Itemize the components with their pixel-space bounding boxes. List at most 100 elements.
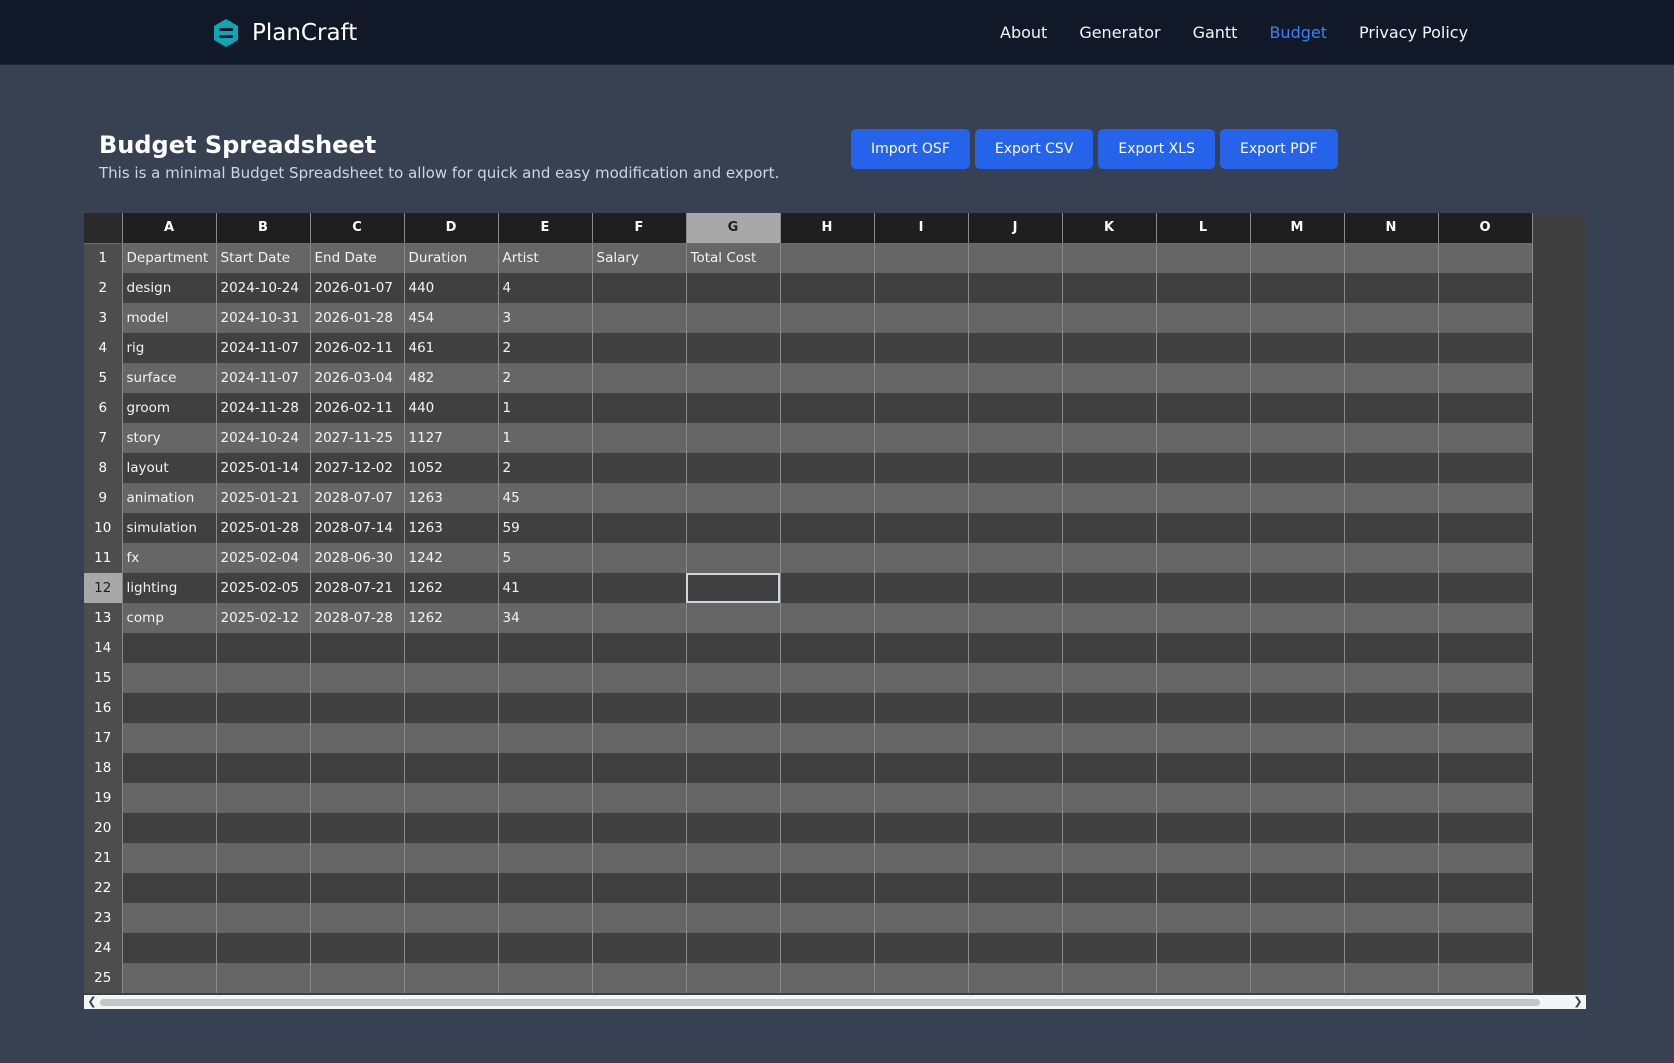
cell-g6[interactable] xyxy=(686,393,781,423)
cell-a6[interactable]: groom xyxy=(122,393,217,423)
cell-f4[interactable] xyxy=(592,333,687,363)
cell-f7[interactable] xyxy=(592,423,687,453)
cell-f14[interactable] xyxy=(592,633,687,663)
cell-m7[interactable] xyxy=(1250,423,1345,453)
cell-f25[interactable] xyxy=(592,963,687,993)
cell-l10[interactable] xyxy=(1156,513,1251,543)
cell-l15[interactable] xyxy=(1156,663,1251,693)
cell-d20[interactable] xyxy=(404,813,499,843)
cell-g7[interactable] xyxy=(686,423,781,453)
cell-g12[interactable] xyxy=(686,573,781,603)
cell-m12[interactable] xyxy=(1250,573,1345,603)
cell-o14[interactable] xyxy=(1438,633,1533,663)
cell-g18[interactable] xyxy=(686,753,781,783)
cell-f2[interactable] xyxy=(592,273,687,303)
cell-o18[interactable] xyxy=(1438,753,1533,783)
cell-j9[interactable] xyxy=(968,483,1063,513)
cell-d19[interactable] xyxy=(404,783,499,813)
cell-h23[interactable] xyxy=(780,903,875,933)
cell-c20[interactable] xyxy=(310,813,405,843)
cell-d11[interactable]: 1242 xyxy=(404,543,499,573)
column-header-g[interactable]: G xyxy=(686,213,781,244)
cell-j25[interactable] xyxy=(968,963,1063,993)
cell-b7[interactable]: 2024-10-24 xyxy=(216,423,311,453)
cell-n15[interactable] xyxy=(1344,663,1439,693)
cell-g20[interactable] xyxy=(686,813,781,843)
cell-f24[interactable] xyxy=(592,933,687,963)
cell-g14[interactable] xyxy=(686,633,781,663)
nav-link-privacy-policy[interactable]: Privacy Policy xyxy=(1359,23,1468,42)
row-header[interactable]: 12 xyxy=(84,573,123,603)
cell-h24[interactable] xyxy=(780,933,875,963)
cell-o17[interactable] xyxy=(1438,723,1533,753)
cell-j18[interactable] xyxy=(968,753,1063,783)
cell-c3[interactable]: 2026-01-28 xyxy=(310,303,405,333)
cell-k5[interactable] xyxy=(1062,363,1157,393)
column-header-o[interactable]: O xyxy=(1438,213,1533,244)
cell-n25[interactable] xyxy=(1344,963,1439,993)
nav-link-about[interactable]: About xyxy=(1000,23,1047,42)
column-header-k[interactable]: K xyxy=(1062,213,1157,244)
row-header[interactable]: 14 xyxy=(84,633,123,663)
cell-g19[interactable] xyxy=(686,783,781,813)
cell-e22[interactable] xyxy=(498,873,593,903)
cell-b11[interactable]: 2025-02-04 xyxy=(216,543,311,573)
cell-d15[interactable] xyxy=(404,663,499,693)
cell-n20[interactable] xyxy=(1344,813,1439,843)
column-header-e[interactable]: E xyxy=(498,213,593,244)
cell-g25[interactable] xyxy=(686,963,781,993)
cell-a10[interactable]: simulation xyxy=(122,513,217,543)
cell-h8[interactable] xyxy=(780,453,875,483)
cell-n9[interactable] xyxy=(1344,483,1439,513)
cell-h2[interactable] xyxy=(780,273,875,303)
cell-d18[interactable] xyxy=(404,753,499,783)
cell-m22[interactable] xyxy=(1250,873,1345,903)
cell-h19[interactable] xyxy=(780,783,875,813)
cell-b2[interactable]: 2024-10-24 xyxy=(216,273,311,303)
cell-l12[interactable] xyxy=(1156,573,1251,603)
row-header[interactable]: 13 xyxy=(84,603,123,633)
cell-g21[interactable] xyxy=(686,843,781,873)
cell-n23[interactable] xyxy=(1344,903,1439,933)
cell-d5[interactable]: 482 xyxy=(404,363,499,393)
row-header[interactable]: 7 xyxy=(84,423,123,453)
cell-b5[interactable]: 2024-11-07 xyxy=(216,363,311,393)
cell-d2[interactable]: 440 xyxy=(404,273,499,303)
row-header[interactable]: 8 xyxy=(84,453,123,483)
cell-b12[interactable]: 2025-02-05 xyxy=(216,573,311,603)
cell-o21[interactable] xyxy=(1438,843,1533,873)
cell-f13[interactable] xyxy=(592,603,687,633)
cell-c8[interactable]: 2027-12-02 xyxy=(310,453,405,483)
cell-k1[interactable] xyxy=(1062,243,1157,273)
cell-o12[interactable] xyxy=(1438,573,1533,603)
cell-m8[interactable] xyxy=(1250,453,1345,483)
cell-h13[interactable] xyxy=(780,603,875,633)
cell-m20[interactable] xyxy=(1250,813,1345,843)
row-header[interactable]: 6 xyxy=(84,393,123,423)
cell-e20[interactable] xyxy=(498,813,593,843)
row-header[interactable]: 17 xyxy=(84,723,123,753)
nav-link-generator[interactable]: Generator xyxy=(1079,23,1160,42)
cell-l21[interactable] xyxy=(1156,843,1251,873)
cell-m9[interactable] xyxy=(1250,483,1345,513)
cell-a20[interactable] xyxy=(122,813,217,843)
cell-e13[interactable]: 34 xyxy=(498,603,593,633)
cell-d3[interactable]: 454 xyxy=(404,303,499,333)
cell-f19[interactable] xyxy=(592,783,687,813)
cell-a17[interactable] xyxy=(122,723,217,753)
cell-a24[interactable] xyxy=(122,933,217,963)
cell-h21[interactable] xyxy=(780,843,875,873)
cell-c19[interactable] xyxy=(310,783,405,813)
cell-g15[interactable] xyxy=(686,663,781,693)
column-header-h[interactable]: H xyxy=(780,213,875,244)
cell-h11[interactable] xyxy=(780,543,875,573)
cell-o23[interactable] xyxy=(1438,903,1533,933)
cell-l7[interactable] xyxy=(1156,423,1251,453)
row-header[interactable]: 5 xyxy=(84,363,123,393)
cell-j2[interactable] xyxy=(968,273,1063,303)
cell-i12[interactable] xyxy=(874,573,969,603)
cell-a9[interactable]: animation xyxy=(122,483,217,513)
cell-l5[interactable] xyxy=(1156,363,1251,393)
cell-e7[interactable]: 1 xyxy=(498,423,593,453)
cell-h16[interactable] xyxy=(780,693,875,723)
